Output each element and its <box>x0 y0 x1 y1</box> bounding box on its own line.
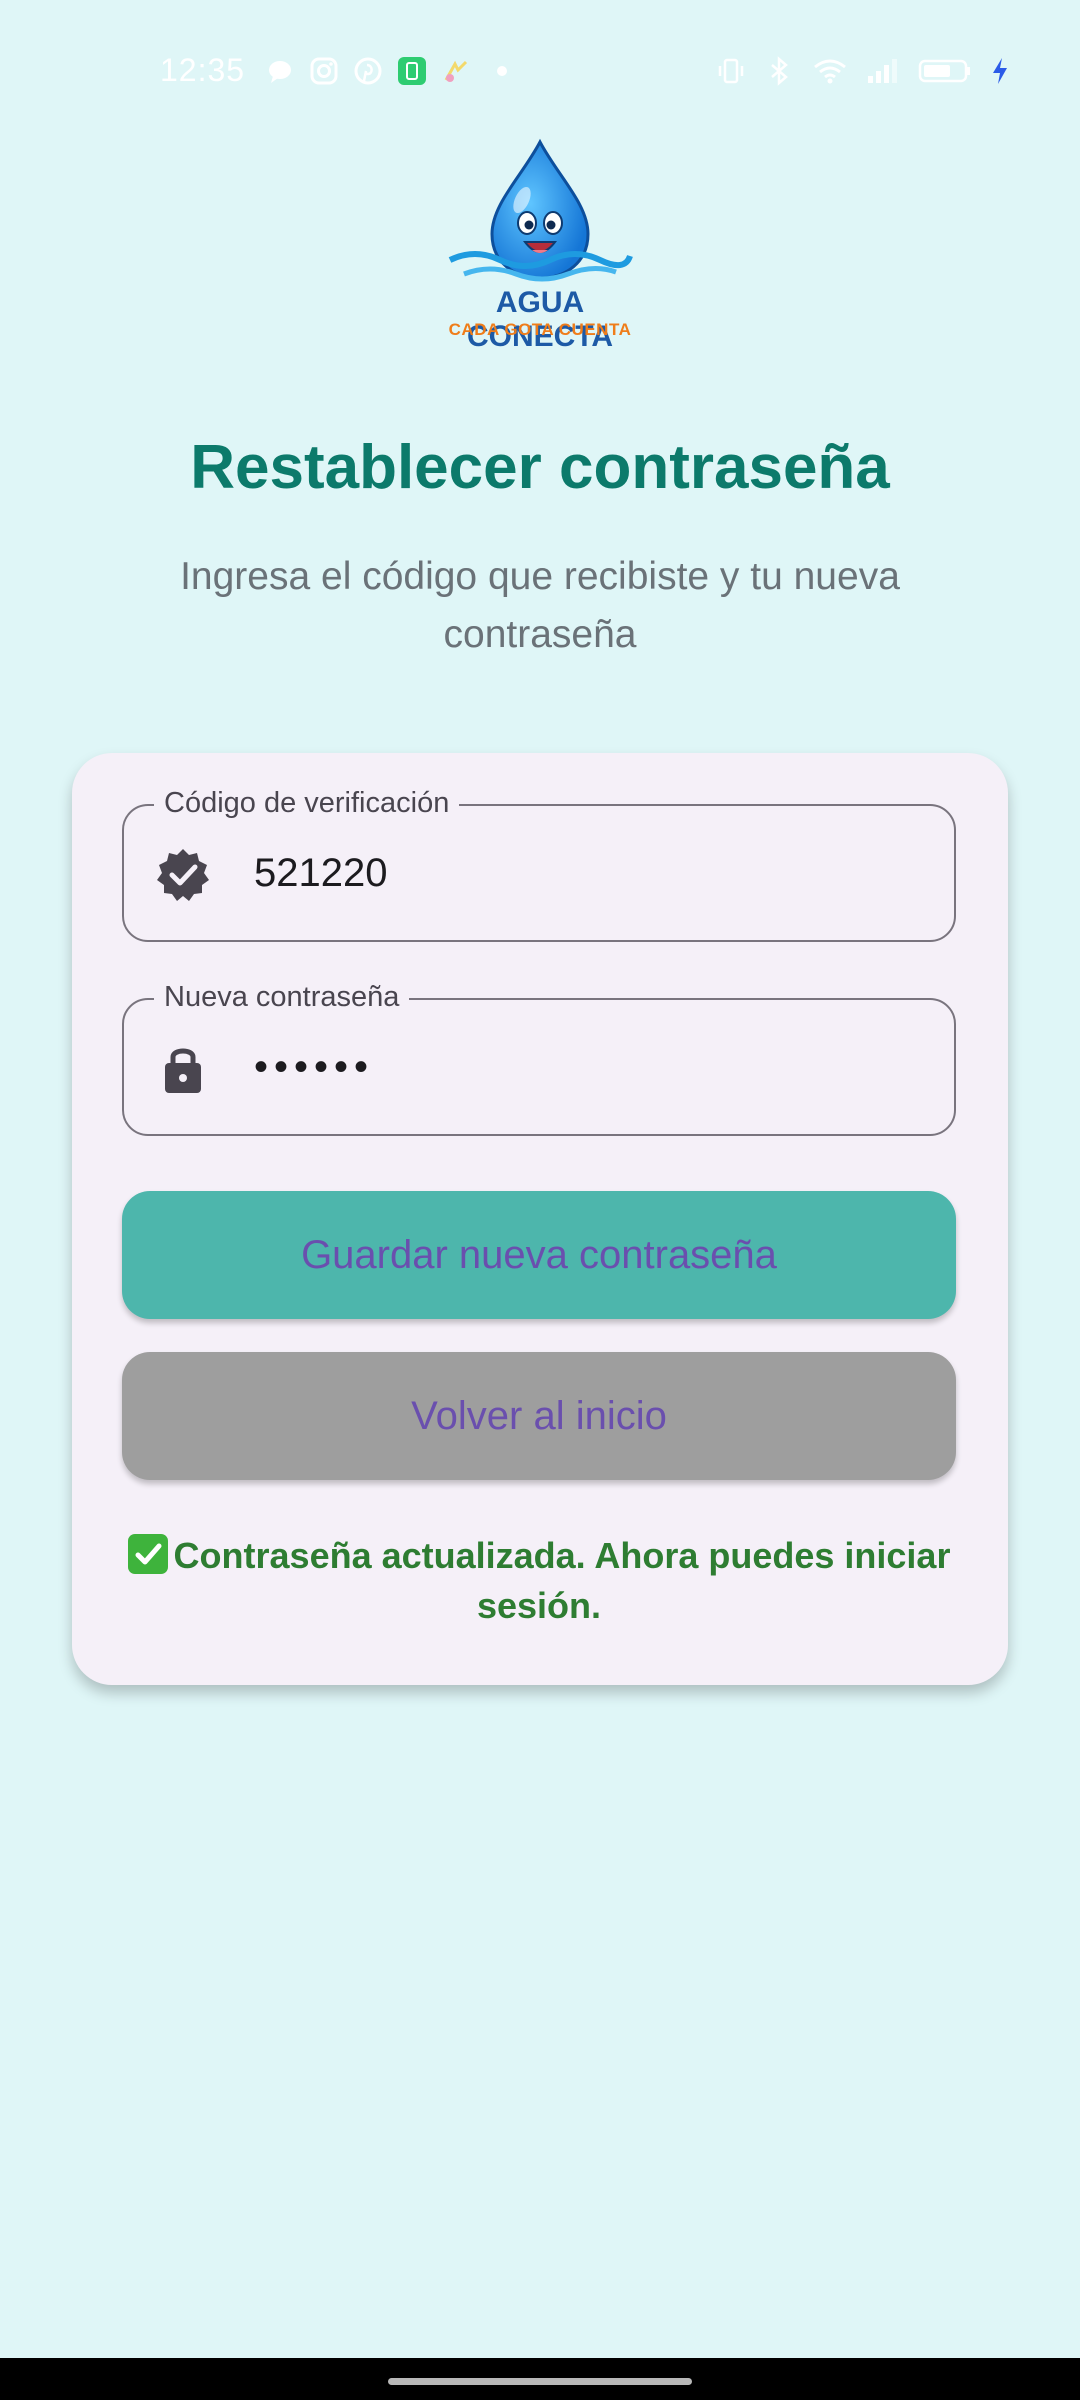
lock-icon <box>165 1048 201 1093</box>
save-new-password-button[interactable]: Guardar nueva contraseña <box>122 1191 956 1319</box>
new-password-input[interactable]: •••••• <box>254 1000 374 1134</box>
app-logo: AGUA CONECTA CADA GOTA CUENTA <box>430 138 650 353</box>
home-gesture-handle[interactable] <box>388 2378 692 2385</box>
water-drop-mascot-icon <box>448 138 633 282</box>
system-icons <box>716 56 1010 86</box>
success-message-text: Contraseña actualizada. Ahora puedes ini… <box>173 1535 951 1626</box>
charging-icon <box>993 58 1007 84</box>
wifi-icon <box>814 59 846 84</box>
verification-code-field[interactable]: Código de verificación 521220 <box>122 783 956 942</box>
success-message: Contraseña actualizada. Ahora puedes ini… <box>122 1531 956 1631</box>
app-icon <box>444 60 468 82</box>
verified-badge-icon <box>157 849 209 901</box>
instagram-icon <box>310 57 338 85</box>
logo-tagline: CADA GOTA CUENTA <box>448 320 632 339</box>
app-icon <box>398 57 426 85</box>
status-bar: 12:35 <box>0 0 1080 140</box>
chat-bubble-icon <box>269 61 291 83</box>
navigation-bar <box>0 2358 1080 2400</box>
pinterest-icon <box>354 57 382 85</box>
new-password-field[interactable]: Nueva contraseña •••••• <box>122 977 956 1136</box>
battery-icon <box>918 59 970 83</box>
status-time: 12:35 <box>160 52 246 88</box>
reset-password-card: Código de verificación 521220 Nueva cont… <box>72 753 1008 1685</box>
signal-icon <box>868 59 897 83</box>
verification-code-input[interactable]: 521220 <box>254 806 387 940</box>
check-mark-icon <box>127 1534 168 1574</box>
notification-icons <box>265 56 507 86</box>
page-subtitle: Ingresa el código que recibiste y tu nue… <box>180 555 900 656</box>
page-title: Restablecer contraseña <box>190 433 890 502</box>
vibrate-icon <box>718 58 744 84</box>
dot-icon <box>497 66 507 76</box>
back-to-home-button[interactable]: Volver al inicio <box>122 1352 956 1480</box>
bluetooth-icon <box>771 56 788 86</box>
